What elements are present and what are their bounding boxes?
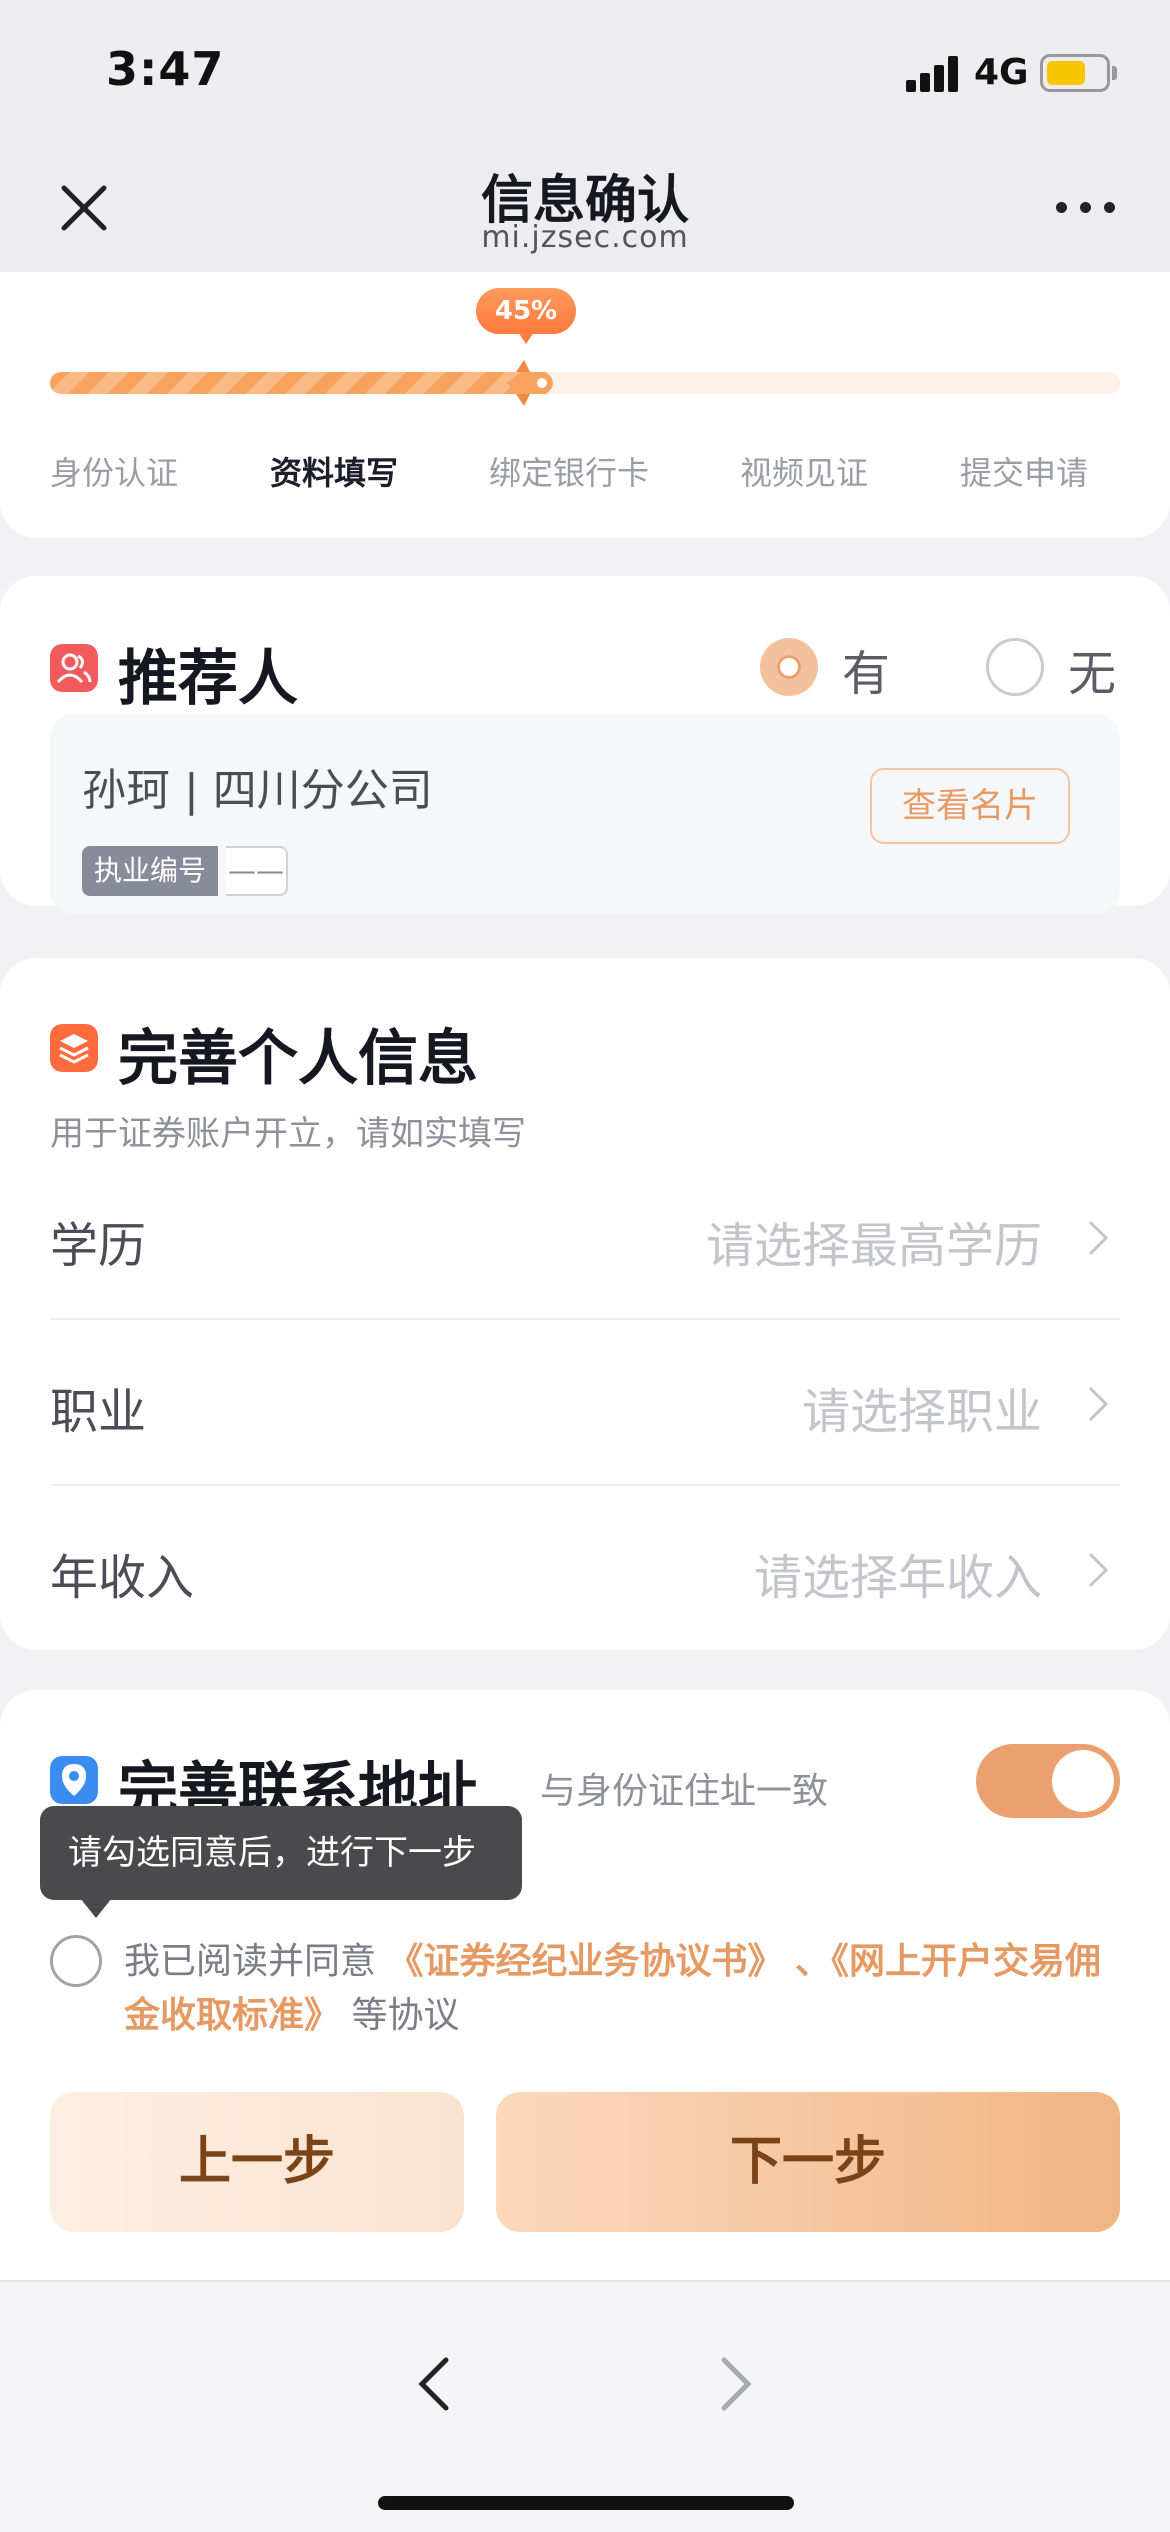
prev-step-button[interactable]: 上一步 (50, 2092, 464, 2232)
nav-bar: 信息确认 mi.jzsec.com (0, 140, 1170, 272)
back-arrow-icon[interactable] (410, 2352, 458, 2416)
network-label: 4G (974, 52, 1029, 93)
step-bind-card: 绑定银行卡 (489, 454, 650, 492)
battery-icon (1040, 54, 1110, 92)
agreement-link-brokerage[interactable]: 《证券经纪业务协议书》 (387, 1941, 783, 1982)
occupation-row[interactable]: 职业 请选择职业 (50, 1320, 1120, 1486)
personal-info-card: 完善个人信息 用于证券账户开立，请如实填写 学历 请选择最高学历 职业 请选择职… (0, 958, 1170, 1650)
rocket-icon (506, 360, 553, 406)
view-card-button[interactable]: 查看名片 (870, 768, 1070, 844)
income-placeholder: 请选择年收入 (753, 1550, 1042, 1606)
income-row[interactable]: 年收入 请选择年收入 (50, 1486, 1120, 1652)
step-fill-info: 资料填写 (270, 454, 399, 492)
layers-icon (50, 1024, 98, 1072)
agreement-text: 我已阅读并同意 《证券经纪业务协议书》 、《网上开户交易佣金收取标准》 等协议 (124, 1935, 1124, 2043)
forward-arrow-icon[interactable] (712, 2352, 760, 2416)
step-video: 视频见证 (740, 454, 869, 492)
progress-percent-badge: 45% (476, 288, 576, 344)
next-step-button[interactable]: 下一步 (496, 2092, 1120, 2232)
same-as-id-toggle[interactable] (976, 1744, 1120, 1818)
agreement-prefix: 我已阅读并同意 (124, 1941, 377, 1982)
signal-icon (906, 56, 962, 92)
progress-fill (50, 372, 532, 394)
chevron-right-icon (1088, 1552, 1109, 1588)
chevron-right-icon (1088, 1386, 1109, 1422)
license-label: 执业编号 (82, 846, 219, 896)
status-bar: 3:47 4G (0, 0, 1170, 140)
education-row[interactable]: 学历 请选择最高学历 (50, 1154, 1120, 1320)
step-submit: 提交申请 (960, 454, 1089, 492)
more-icon[interactable] (1056, 200, 1116, 216)
occupation-label: 职业 (50, 1384, 147, 1440)
referrer-icon (50, 644, 98, 692)
progress-bar (50, 360, 1120, 406)
referrer-no-radio[interactable] (986, 638, 1044, 696)
education-placeholder: 请选择最高学历 (705, 1218, 1042, 1274)
agreement-suffix: 等协议 (351, 1995, 460, 2036)
license-value: —— (226, 846, 288, 896)
location-icon (50, 1756, 98, 1804)
referrer-yes-radio[interactable] (760, 638, 818, 696)
referrer-no-label: 无 (1068, 646, 1117, 702)
page-url: mi.jzsec.com (481, 220, 689, 255)
personal-info-subtitle: 用于证券账户开立，请如实填写 (50, 1114, 526, 1154)
status-time: 3:47 (106, 42, 225, 96)
home-indicator (378, 2496, 794, 2510)
agreement-separator: 、 (794, 1941, 831, 1982)
referrer-card: 推荐人 有 无 孙珂 | 四川分公司 执业编号 —— 查看名片 (0, 576, 1170, 914)
personal-info-title: 完善个人信息 (118, 1024, 478, 1094)
browser-toolbar (0, 2280, 1170, 2532)
referrer-title: 推荐人 (118, 644, 298, 714)
referrer-info-box: 孙珂 | 四川分公司 执业编号 —— 查看名片 (50, 714, 1120, 914)
step-identity: 身份认证 (50, 454, 179, 492)
chevron-right-icon (1088, 1220, 1109, 1256)
referrer-yes-label: 有 (842, 646, 891, 702)
agreement-checkbox[interactable] (50, 1935, 102, 1987)
agreement-tooltip: 请勾选同意后，进行下一步 (40, 1806, 522, 1918)
occupation-placeholder: 请选择职业 (801, 1384, 1042, 1440)
progress-card: 45% 身份认证 资料填写 绑定银行卡 视频见证 提交申请 (0, 272, 1170, 538)
step-list: 身份认证 资料填写 绑定银行卡 视频见证 提交申请 (0, 448, 1170, 498)
referrer-name: 孙珂 | 四川分公司 (82, 765, 433, 816)
education-label: 学历 (50, 1218, 147, 1274)
same-as-id-label: 与身份证住址一致 (540, 1771, 829, 1812)
income-label: 年收入 (50, 1550, 195, 1606)
